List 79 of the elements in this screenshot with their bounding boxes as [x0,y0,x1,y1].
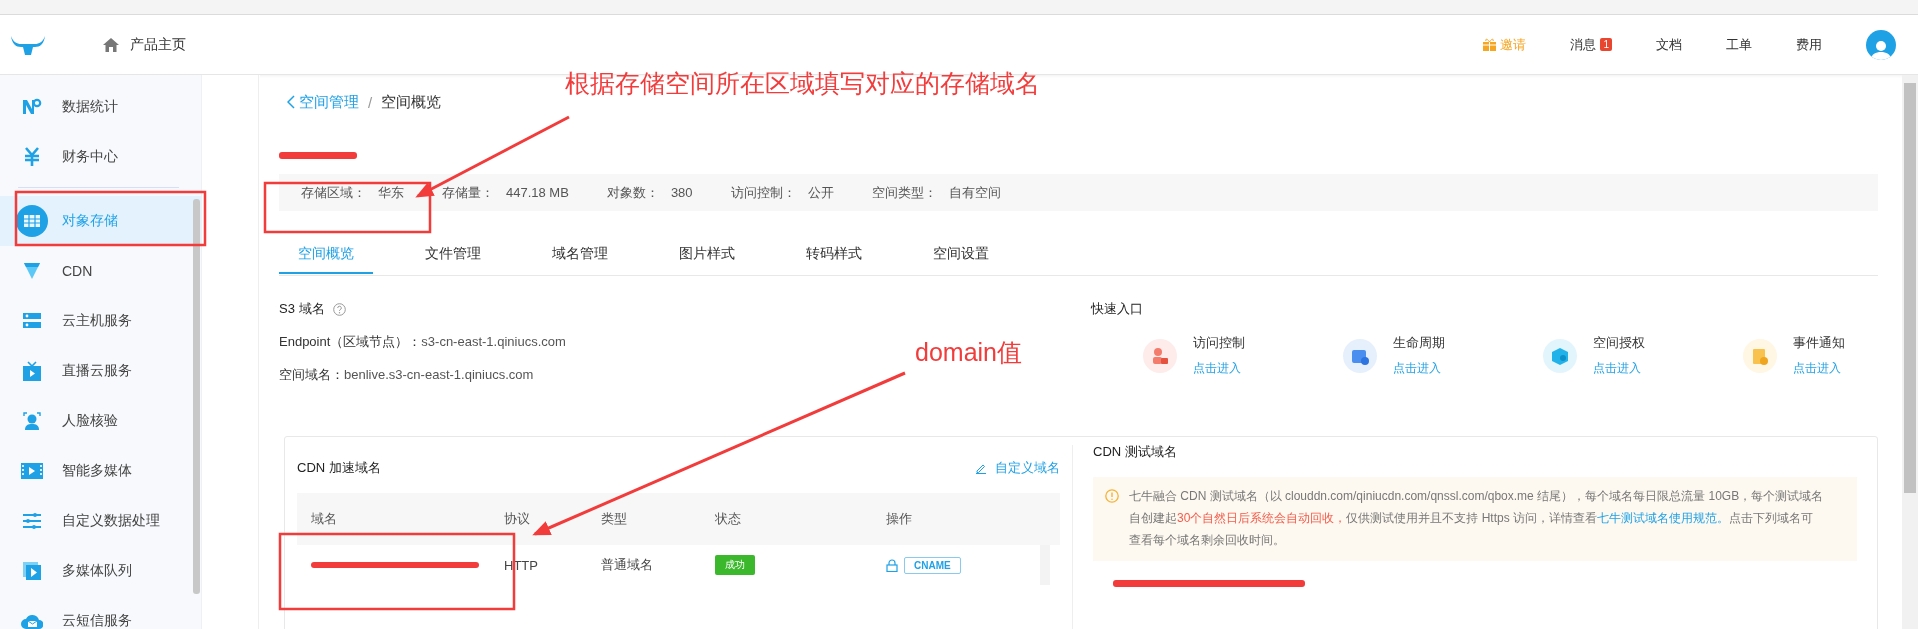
entry-title: 事件通知 [1793,334,1845,352]
home-link[interactable]: 产品主页 [102,35,186,54]
server-icon [23,313,41,329]
status-tag: 成功 [715,555,755,575]
nav-link[interactable]: 文档 [1656,35,1682,54]
person-icon [23,412,41,430]
info-value: 华东 [378,183,404,202]
info-value: 447.18 MB [506,185,569,200]
section-title: S3 域名 [279,300,325,318]
sidebar-item[interactable]: 自定义数据处理 [0,496,201,546]
field-value: benlive.s3-cn-east-1.qiniucs.com [344,367,534,382]
section-title: 快速入口 [1091,300,1143,318]
card-title: CDN 加速域名 [297,459,381,477]
tab[interactable]: 域名管理 [533,242,627,274]
person-lock-icon [1143,338,1177,373]
info-label: 访问控制： [730,183,796,202]
funnel-icon [23,262,41,280]
grid-icon [16,205,48,237]
notice-icon [1743,338,1777,373]
play-icon [23,562,41,580]
messages-link[interactable]: 消息 1 [1570,35,1612,54]
entry-title: 访问控制 [1193,334,1245,352]
tab[interactable]: 转码样式 [787,242,881,274]
info-value: 自有空间 [948,183,1001,202]
annotation-text: 根据存储空间所在区域填写对应的存储域名 [565,68,1040,98]
column-header: 操作 [886,510,913,528]
help-icon[interactable] [332,302,346,316]
lock-icon[interactable] [886,558,898,572]
entry-title: 生命周期 [1393,334,1445,352]
gift-icon[interactable] [1483,38,1497,51]
sidebar-item[interactable]: 云主机服务 [0,296,201,346]
column-header: 域名 [311,510,338,528]
warning-icon [1105,489,1119,503]
field-label: 空间域名： [279,367,344,382]
info-value: 380 [670,185,693,200]
sidebar-item[interactable]: 数据统计 [0,82,201,132]
breadcrumb-current: 空间概览 [381,92,442,112]
info-label: 空间类型： [871,183,937,202]
unread-badge: 1 [1600,38,1612,51]
yen-icon [24,147,40,167]
tab[interactable]: 图片样式 [660,242,754,274]
table-cell-text: 普通域名 [601,556,654,574]
nav-link[interactable]: 费用 [1796,35,1822,54]
entry-title: 空间授权 [1593,334,1645,352]
sidebar-item[interactable]: 人脸核验 [0,396,201,446]
tab[interactable]: 文件管理 [406,242,500,274]
tv-icon [23,361,41,381]
notice-text: 七牛融合 CDN 测试域名（以 clouddn.com/qiniucdn.com/qnssl.com/qbox.me 结尾），每个域名每日限总流量 10GB，每个测试域名自创建起30个自然日后系统会自动回收，仅供测试使用并且不支持 Https 访问，详情查看七牛测试域名使用规范。点击下列域名可查看每个域名剩余回收时间。 [1129,488,1825,549]
column-header: 状态 [715,510,742,528]
pencil-icon[interactable] [975,462,987,474]
field-value: s3-cn-east-1.qiniucs.com [421,334,566,349]
breadcrumb-separator: / [368,93,373,111]
card-title: CDN 测试域名 [1093,443,1177,461]
info-label: 对象数： [606,183,659,202]
field-label: Endpoint（区域节点）： [279,334,422,349]
scrollbar[interactable] [1904,83,1916,493]
sidebar-item[interactable]: CDN [0,246,201,296]
sliders-icon [23,513,41,529]
annotation-text: domain值 [915,337,1022,367]
column-header: 类型 [601,510,628,528]
tab[interactable]: 空间设置 [914,242,1008,274]
sidebar-item[interactable]: 财务中心 [0,132,201,182]
column-header: 协议 [504,510,531,528]
avatar[interactable] [1866,29,1896,60]
nav-link[interactable]: 工单 [1726,35,1752,54]
chart-icon [22,98,42,116]
sidebar-item[interactable]: 直播云服务 [0,346,201,396]
info-label: 存储区域： [301,183,366,202]
sidebar-item[interactable]: 多媒体队列 [0,546,201,596]
scrollbar[interactable] [193,199,200,594]
chevron-left-icon[interactable] [287,95,295,109]
info-value: 公开 [807,183,834,202]
film-icon [21,463,43,479]
sidebar-item[interactable]: 智能多媒体 [0,446,201,496]
home-icon[interactable] [102,36,120,53]
info-label: 存储量： [442,183,494,202]
cube-key-icon [1543,338,1577,373]
calendar-clock-icon [1343,338,1377,373]
sidebar-item[interactable]: 云短信服务 [0,596,201,629]
